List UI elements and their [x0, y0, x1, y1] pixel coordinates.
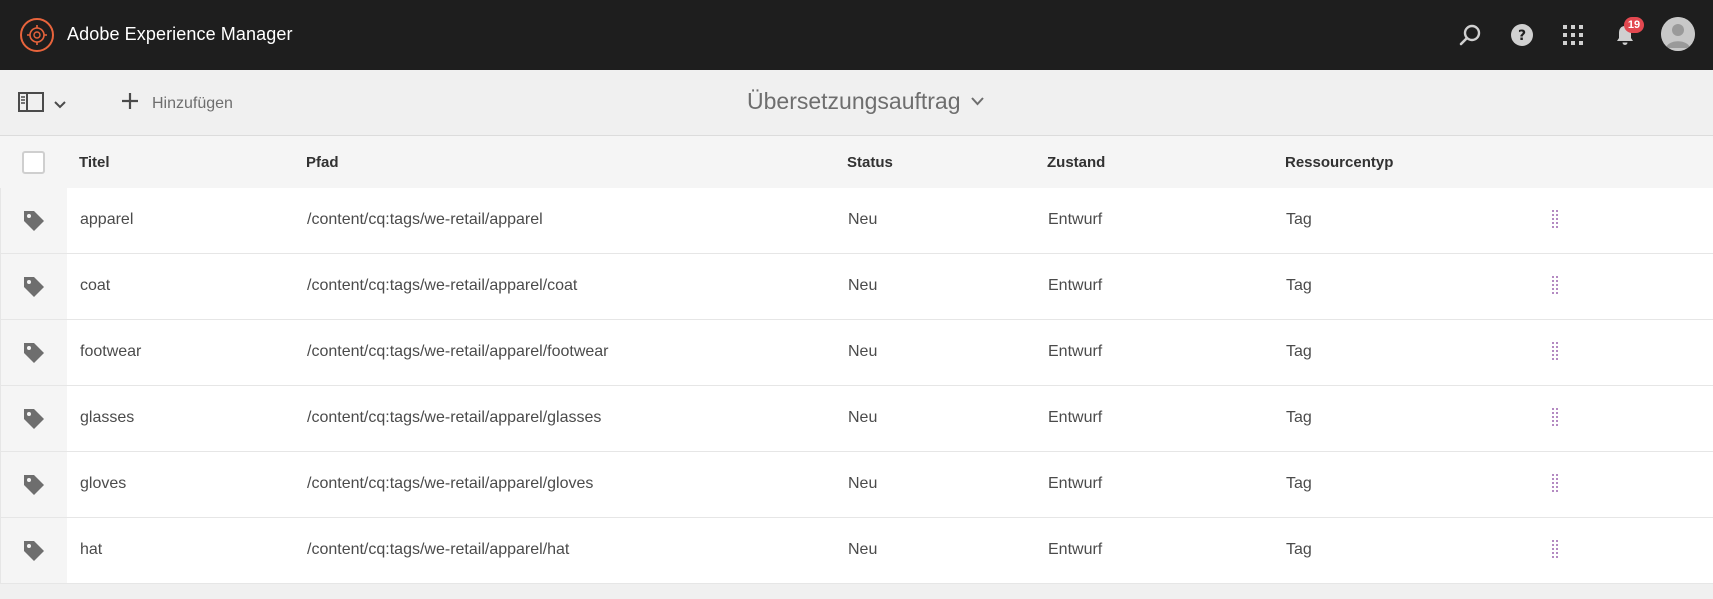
column-header-state[interactable]: Zustand: [1047, 154, 1105, 171]
apps-grid-icon[interactable]: [1558, 20, 1588, 50]
cell-title: gloves: [80, 475, 127, 492]
user-avatar[interactable]: [1661, 17, 1695, 51]
cell-path: /content/cq:tags/we-retail/apparel/footw…: [307, 343, 609, 360]
chevron-down-icon: [54, 96, 66, 114]
drag-handle-icon[interactable]: [1552, 210, 1558, 230]
tag-icon: [1, 320, 67, 385]
app-title[interactable]: Adobe Experience Manager: [67, 24, 293, 45]
cell-state: Entwurf: [1048, 211, 1103, 228]
tag-icon: [1, 254, 67, 319]
plus-icon: [120, 91, 140, 116]
table-row[interactable]: hat /content/cq:tags/we-retail/apparel/h…: [0, 518, 1713, 584]
chevron-down-icon: [970, 93, 984, 111]
cell-status: Neu: [848, 475, 878, 492]
column-header-status[interactable]: Status: [847, 154, 893, 171]
select-all-checkbox[interactable]: [22, 151, 45, 174]
cell-state: Entwurf: [1048, 343, 1103, 360]
drag-handle-icon[interactable]: [1552, 276, 1558, 296]
cell-path: /content/cq:tags/we-retail/apparel: [307, 211, 543, 228]
cell-status: Neu: [848, 541, 878, 558]
cell-status: Neu: [848, 211, 878, 228]
table-body: apparel /content/cq:tags/we-retail/appar…: [0, 188, 1713, 584]
table-row[interactable]: gloves /content/cq:tags/we-retail/appare…: [0, 452, 1713, 518]
help-icon[interactable]: ?: [1507, 20, 1537, 50]
add-button-label: Hinzufügen: [152, 94, 233, 112]
svg-text:?: ?: [1518, 28, 1526, 44]
cell-resource-type: Tag: [1286, 409, 1312, 426]
page-title-dropdown[interactable]: Übersetzungsauftrag: [747, 88, 984, 115]
tag-icon: [1, 518, 67, 583]
tag-icon: [1, 386, 67, 451]
cell-state: Entwurf: [1048, 277, 1103, 294]
table-row[interactable]: footwear /content/cq:tags/we-retail/appa…: [0, 320, 1713, 386]
notification-badge: 19: [1624, 17, 1644, 33]
drag-handle-icon[interactable]: [1552, 474, 1558, 494]
aem-logo-icon[interactable]: [20, 18, 54, 52]
table-row[interactable]: apparel /content/cq:tags/we-retail/appar…: [0, 188, 1713, 254]
cell-path: /content/cq:tags/we-retail/apparel/glass…: [307, 409, 602, 426]
cell-title: footwear: [80, 343, 142, 360]
cell-resource-type: Tag: [1286, 343, 1312, 360]
cell-path: /content/cq:tags/we-retail/apparel/coat: [307, 277, 578, 294]
cell-title: apparel: [80, 211, 134, 228]
drag-handle-icon[interactable]: [1552, 342, 1558, 362]
column-header-resource-type[interactable]: Ressourcentyp: [1285, 154, 1393, 171]
column-header-path[interactable]: Pfad: [306, 154, 339, 171]
table-row[interactable]: coat /content/cq:tags/we-retail/apparel/…: [0, 254, 1713, 320]
column-header-title[interactable]: Titel: [79, 154, 110, 171]
cell-title: glasses: [80, 409, 135, 426]
shell-header: Adobe Experience Manager ? 19: [0, 0, 1713, 70]
cell-resource-type: Tag: [1286, 211, 1312, 228]
drag-handle-icon[interactable]: [1552, 408, 1558, 428]
cell-title: coat: [80, 277, 111, 294]
translation-job-table: Titel Pfad Status Zustand Ressourcentyp …: [0, 136, 1713, 584]
sidebar-toggle-icon: [18, 91, 44, 118]
cell-state: Entwurf: [1048, 475, 1103, 492]
cell-path: /content/cq:tags/we-retail/apparel/glove…: [307, 475, 594, 492]
cell-state: Entwurf: [1048, 541, 1103, 558]
cell-title: hat: [80, 541, 103, 558]
table-row[interactable]: glasses /content/cq:tags/we-retail/appar…: [0, 386, 1713, 452]
cell-state: Entwurf: [1048, 409, 1103, 426]
add-button[interactable]: Hinzufügen: [120, 91, 233, 116]
page-title: Übersetzungsauftrag: [747, 88, 961, 114]
action-bar: Hinzufügen Übersetzungsauftrag: [0, 70, 1713, 136]
cell-resource-type: Tag: [1286, 541, 1312, 558]
cell-path: /content/cq:tags/we-retail/apparel/hat: [307, 541, 570, 558]
tag-icon: [1, 452, 67, 517]
rail-toggle-button[interactable]: [18, 91, 66, 118]
table-header: Titel Pfad Status Zustand Ressourcentyp: [0, 136, 1713, 188]
cell-status: Neu: [848, 409, 878, 426]
tag-icon: [1, 188, 67, 253]
drag-handle-icon[interactable]: [1552, 540, 1558, 560]
cell-status: Neu: [848, 343, 878, 360]
cell-resource-type: Tag: [1286, 475, 1312, 492]
cell-resource-type: Tag: [1286, 277, 1312, 294]
cell-status: Neu: [848, 277, 878, 294]
search-icon[interactable]: [1455, 20, 1485, 50]
